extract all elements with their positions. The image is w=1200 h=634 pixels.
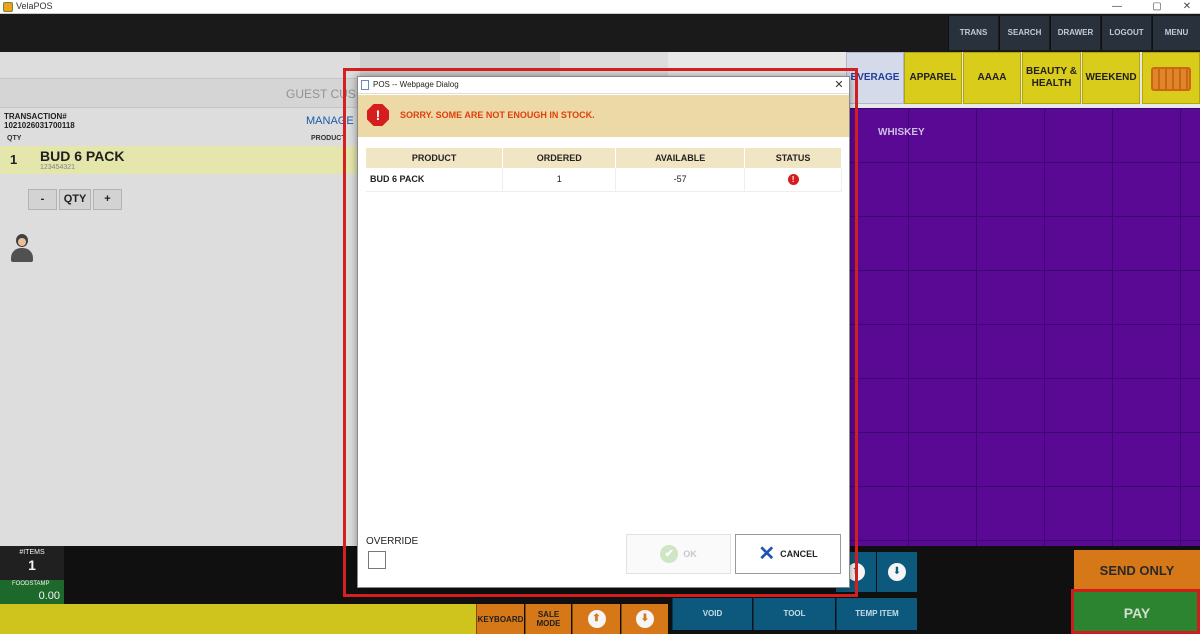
error-status-icon: !: [787, 173, 799, 185]
window-titlebar: VelaPOS — ▢ ✕: [0, 0, 1200, 14]
row-ordered: 1: [502, 168, 617, 192]
stop-alert-icon: !: [367, 104, 389, 126]
dialog-titlebar: POS -- Webpage Dialog ✕: [358, 77, 849, 94]
status-header: STATUS: [744, 148, 842, 168]
app-logo-icon: [3, 2, 13, 12]
cancel-x-icon: ✕: [758, 543, 776, 565]
stock-table: PRODUCT ORDERED AVAILABLE STATUS BUD 6 P…: [366, 148, 842, 192]
restore-button[interactable]: ▢: [1146, 0, 1168, 14]
override-checkbox[interactable]: [368, 551, 386, 569]
row-available: -57: [615, 168, 746, 192]
ordered-header: ORDERED: [502, 148, 617, 168]
override-label: OVERRIDE: [366, 536, 419, 547]
row-status: !: [744, 168, 842, 192]
table-header-row: PRODUCT ORDERED AVAILABLE STATUS: [366, 148, 842, 168]
row-product: BUD 6 PACK: [366, 168, 504, 192]
alert-message: SORRY. SOME ARE NOT ENOUGH IN STOCK.: [400, 110, 595, 120]
available-header: AVAILABLE: [615, 148, 746, 168]
document-icon: [361, 80, 369, 90]
ok-button[interactable]: ✔ OK: [626, 534, 731, 574]
window-title: VelaPOS: [16, 1, 53, 11]
table-row: BUD 6 PACK 1 -57 !: [366, 168, 842, 192]
minimize-button[interactable]: —: [1106, 0, 1128, 14]
close-window-button[interactable]: ✕: [1176, 0, 1198, 14]
alert-banner: ! SORRY. SOME ARE NOT ENOUGH IN STOCK.: [358, 95, 849, 137]
ok-label: OK: [683, 549, 697, 559]
dialog-title: POS -- Webpage Dialog: [373, 80, 459, 89]
cancel-button[interactable]: ✕ CANCEL: [735, 534, 841, 574]
product-header: PRODUCT: [366, 148, 504, 168]
stock-warning-dialog: POS -- Webpage Dialog ✕ ! SORRY. SOME AR…: [357, 76, 850, 588]
cancel-label: CANCEL: [780, 549, 818, 559]
dialog-close-button[interactable]: ✕: [833, 78, 845, 92]
check-icon: ✔: [660, 545, 679, 563]
